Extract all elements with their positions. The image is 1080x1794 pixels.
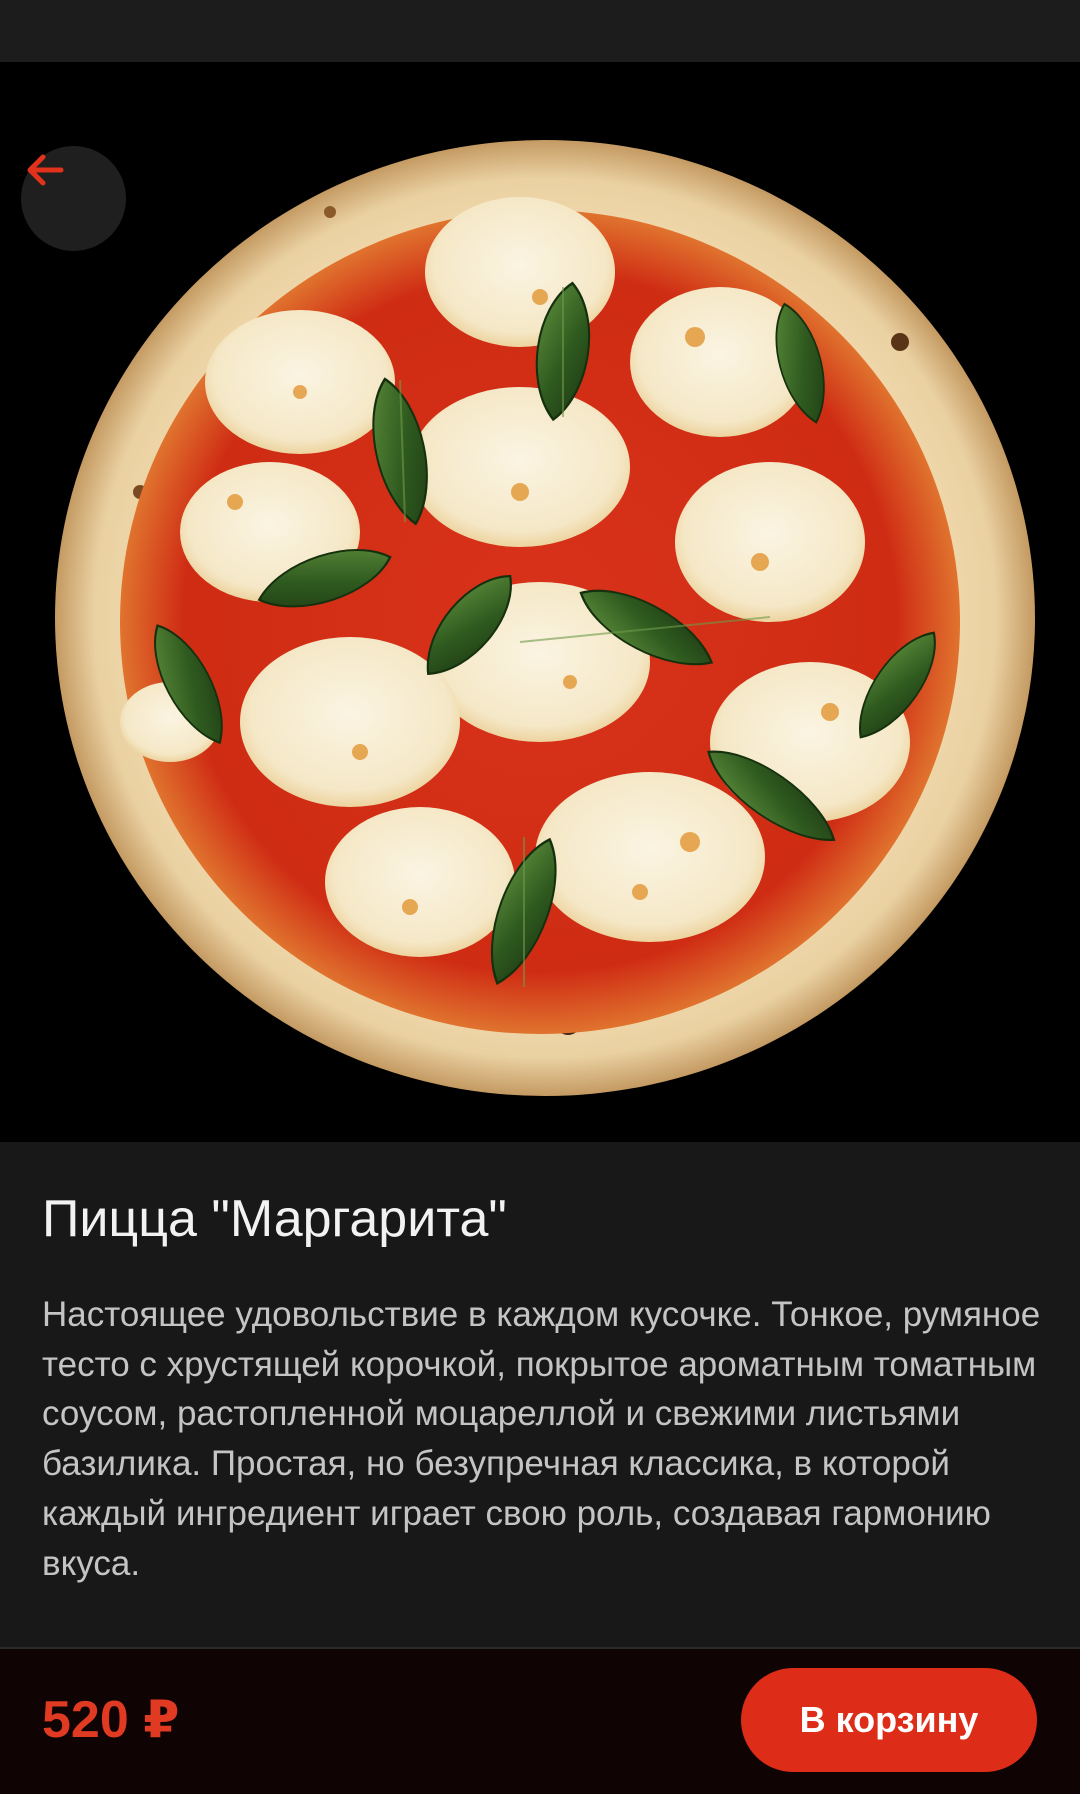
add-to-cart-button[interactable]: В корзину [741, 1668, 1037, 1772]
status-bar [0, 0, 1080, 62]
arrow-left-icon [27, 154, 64, 186]
pizza-image [55, 140, 1035, 1096]
product-description: Настоящее удовольствие в каждом кусочке.… [42, 1295, 1041, 1583]
back-button[interactable] [21, 146, 126, 251]
product-screen: Пицца "Маргарита" Настоящее удовольствие… [0, 0, 1080, 1794]
product-price: 520 ₽ [42, 1691, 180, 1749]
product-image [0, 62, 1080, 1142]
product-title: Пицца "Маргарита" [42, 1190, 507, 1248]
